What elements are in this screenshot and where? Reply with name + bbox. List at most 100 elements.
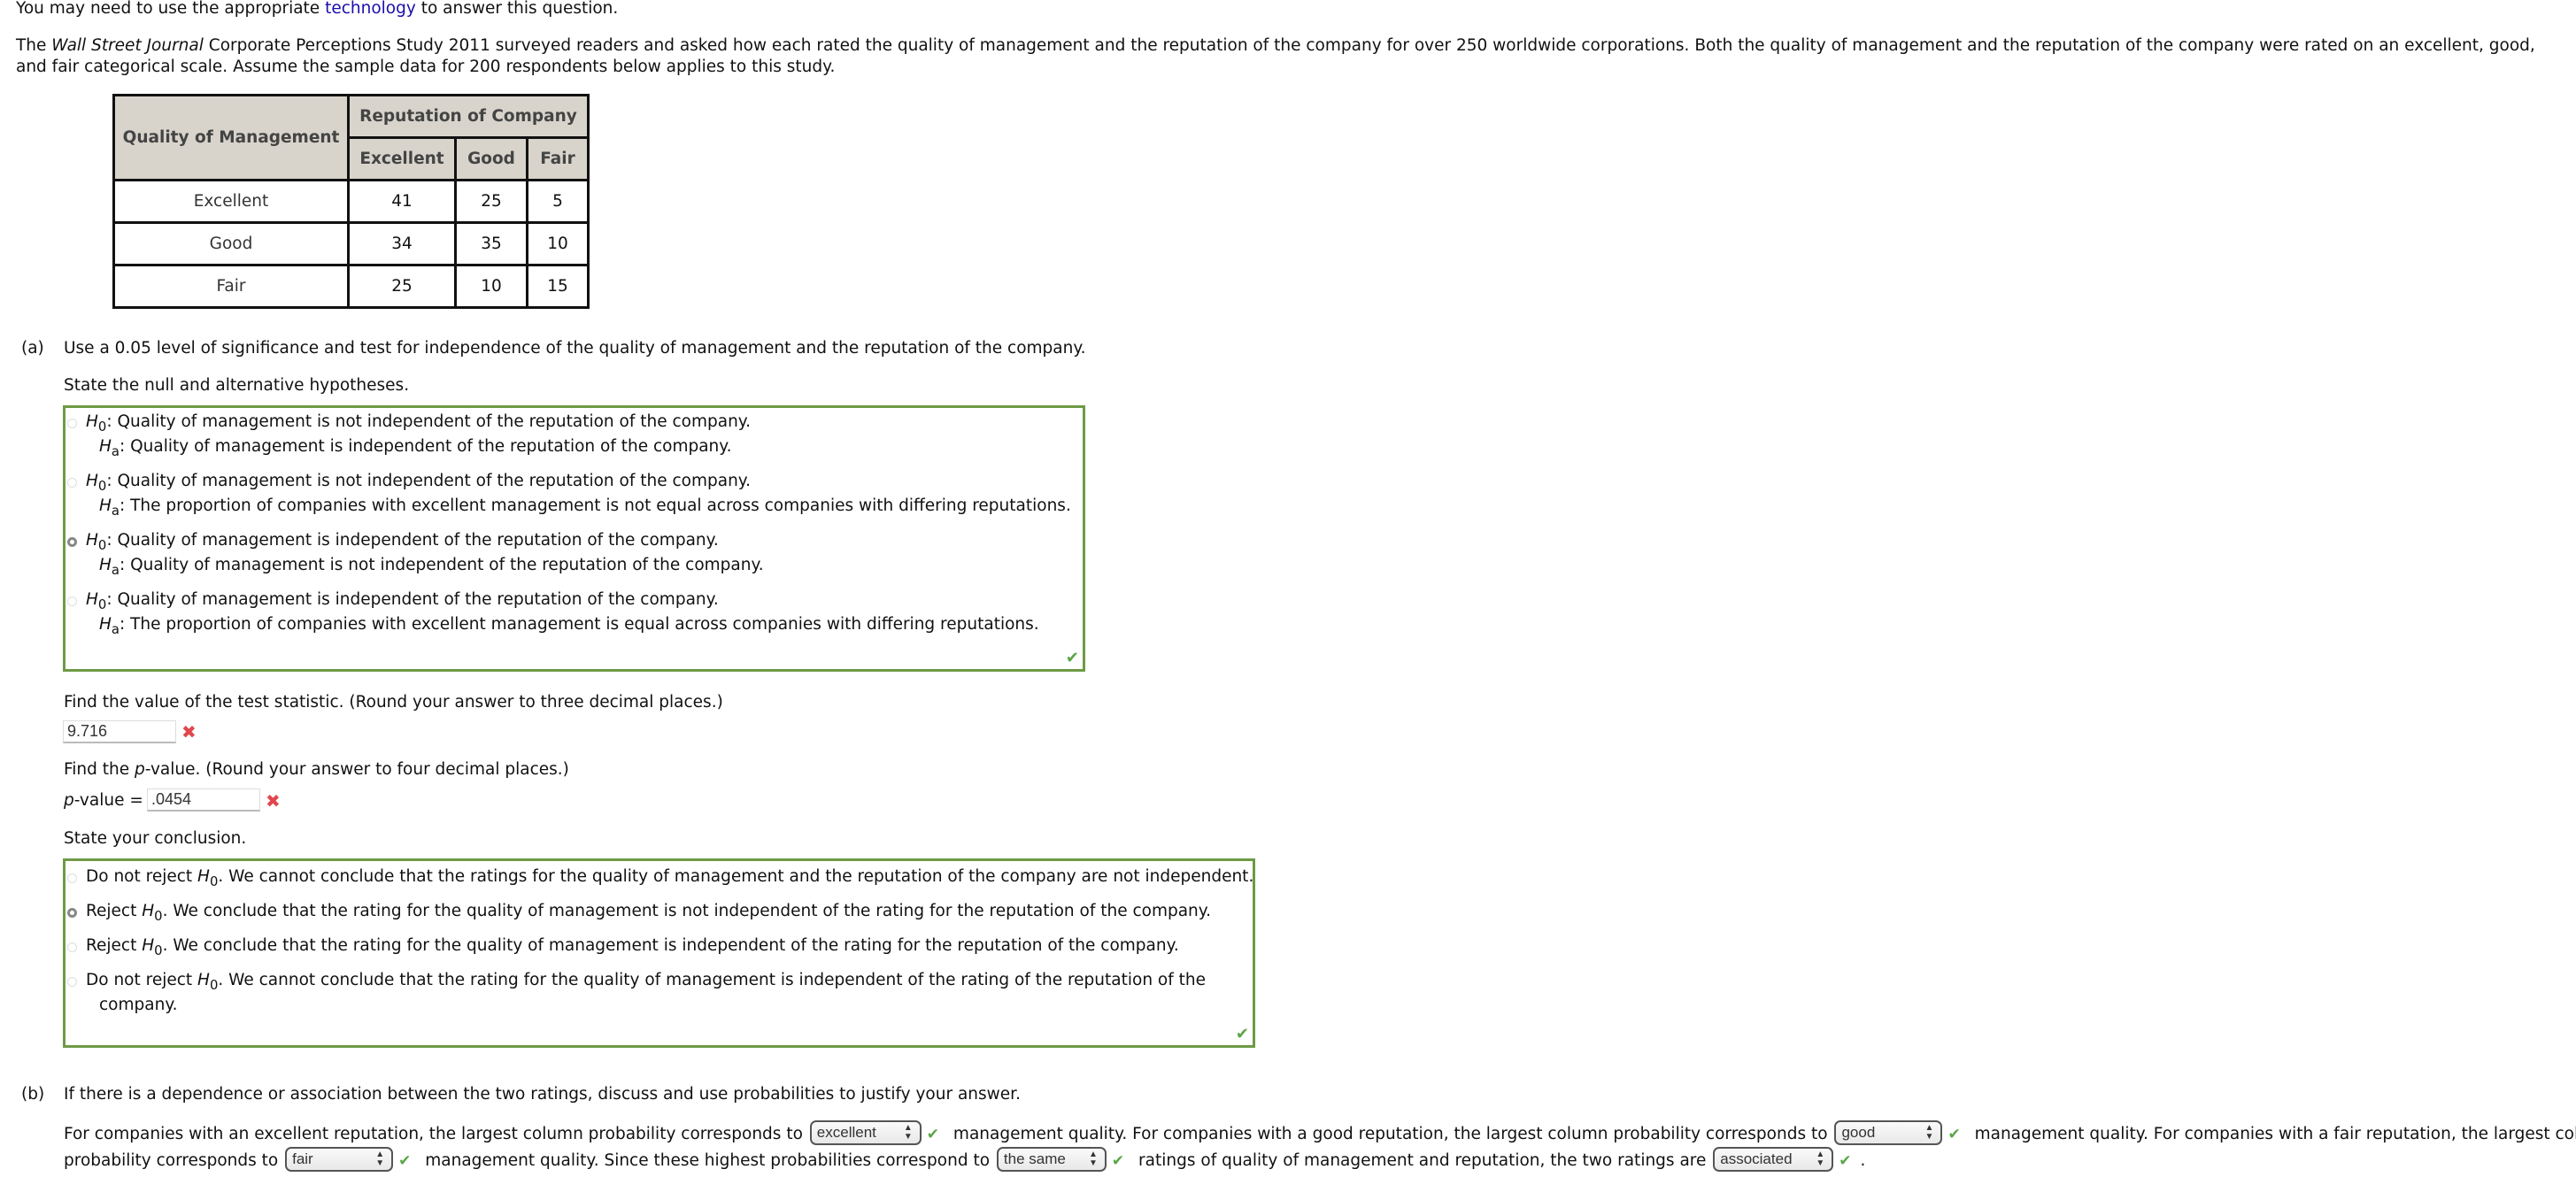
ha-symbol: H (99, 437, 112, 456)
table-row: Excellent 41 25 5 (112, 179, 590, 224)
problem-intro: The Wall Street Journal Corporate Percep… (16, 35, 2565, 78)
radio-button[interactable] (67, 873, 77, 883)
technology-link[interactable]: technology (325, 0, 416, 18)
test-statistic-input[interactable] (63, 720, 176, 743)
part-a-prompt: Use a 0.05 level of significance and tes… (64, 339, 1086, 358)
correct-check-icon: ✔ (1065, 649, 1079, 667)
intro-text-rest: Corporate Perceptions Study 2011 surveye… (16, 36, 2535, 76)
technology-note: You may need to use the appropriate tech… (16, 0, 618, 19)
ha-subscript: a (111, 504, 120, 519)
correct-check-icon: ✔ (1111, 1152, 1125, 1170)
p-value-input[interactable] (147, 789, 260, 812)
conclusion-pre: Reject (86, 936, 143, 955)
ha-text: : The proportion of companies with excel… (120, 496, 1071, 515)
contingency-table: Quality of Management Reputation of Comp… (112, 94, 590, 309)
h0-symbol: H (142, 902, 155, 920)
ha-line: Ha: The proportion of companies with exc… (99, 614, 1039, 638)
same-different-select[interactable]: the same ▲ ▼ (996, 1147, 1107, 1172)
conclusion-text-continued: company. (99, 996, 178, 1014)
column-header: Good (454, 136, 528, 181)
table-cell: 15 (526, 264, 590, 309)
good-reputation-select[interactable]: good ▲ ▼ (1834, 1120, 1943, 1145)
ha-subscript: a (111, 563, 120, 579)
h0-line: H0: Quality of management is not indepen… (86, 471, 751, 493)
correct-check-icon: ✔ (398, 1152, 412, 1170)
conclusion-text: Reject H0. We conclude that the rating f… (86, 935, 1179, 959)
part-b-text: ratings of quality of management and rep… (1138, 1151, 1707, 1170)
conclusion-pre: Reject (86, 902, 143, 920)
h0-symbol: H (86, 472, 98, 490)
row-header: Quality of Management (112, 94, 350, 181)
radio-button-selected[interactable] (67, 908, 77, 918)
h0-subscript: 0 (97, 419, 107, 435)
radio-button[interactable] (67, 942, 77, 952)
ha-symbol: H (99, 615, 112, 634)
p-italic: p (64, 791, 74, 810)
hypotheses-choice-box: H0: Quality of management is not indepen… (63, 405, 1085, 672)
h0-symbol: H (142, 936, 155, 955)
note-text-suffix: to answer this question. (415, 0, 619, 18)
row-label: Excellent (112, 179, 350, 224)
h0-text: : Quality of management is not independe… (106, 412, 751, 431)
incorrect-x-icon: ✖ (181, 721, 197, 742)
p-label-text: -value = (73, 791, 143, 810)
ha-line: Ha: Quality of management is not indepen… (99, 555, 764, 579)
journal-name: Wall Street Journal (51, 36, 204, 55)
column-header: Excellent (347, 136, 457, 181)
excellent-reputation-select[interactable]: excellent ▲ ▼ (809, 1120, 922, 1145)
h0-subscript: 0 (154, 909, 163, 925)
radio-button[interactable] (67, 478, 77, 488)
table-cell: 34 (347, 221, 457, 266)
p-value-label: p-value = (64, 790, 143, 812)
select-value: associated (1720, 1150, 1793, 1167)
table-cell: 41 (347, 179, 457, 224)
h0-subscript: 0 (97, 597, 107, 613)
h0-subscript: 0 (97, 538, 107, 554)
h0-symbol: H (197, 971, 210, 989)
select-value: good (1841, 1124, 1876, 1141)
select-value: fair (292, 1150, 313, 1167)
h0-text: : Quality of management is independent o… (106, 590, 719, 609)
ha-text: : The proportion of companies with excel… (120, 615, 1039, 634)
conclusion-post: . We conclude that the rating for the qu… (162, 902, 1211, 920)
h0-subscript: 0 (209, 874, 219, 890)
period: . (1860, 1151, 1866, 1170)
ha-text: : Quality of management is not independe… (120, 556, 764, 574)
p-value-prompt: Find the p-value. (Round your answer to … (64, 759, 569, 781)
select-value: excellent (816, 1124, 876, 1141)
fair-reputation-select[interactable]: fair ▲ ▼ (285, 1147, 394, 1172)
radio-button[interactable] (67, 596, 77, 606)
part-b-text: management quality. For companies with a… (953, 1125, 1828, 1143)
ha-symbol: H (99, 496, 112, 515)
part-b-text: For companies with an excellent reputati… (64, 1125, 803, 1143)
ha-subscript: a (111, 444, 120, 460)
h0-subscript: 0 (209, 978, 219, 994)
ha-text: : Quality of management is independent o… (120, 437, 732, 456)
part-b-text: management quality. Since these highest … (425, 1151, 991, 1170)
ha-line: Ha: The proportion of companies with exc… (99, 496, 1071, 519)
conclusion-text: Do not reject H0. We cannot conclude tha… (86, 970, 1207, 994)
h0-text: : Quality of management is not independe… (106, 472, 751, 490)
conclusion-choice-box: Do not reject H0. We cannot conclude tha… (63, 858, 1255, 1048)
radio-button[interactable] (67, 419, 77, 428)
table-row: Good 34 35 10 (112, 221, 590, 266)
radio-button[interactable] (67, 977, 77, 987)
ha-subscript: a (111, 622, 120, 638)
select-arrows-icon: ▲ ▼ (903, 1123, 913, 1142)
h0-subscript: 0 (154, 943, 163, 959)
h0-line: H0: Quality of management is not indepen… (86, 412, 751, 435)
conclusion-pre: Do not reject (86, 867, 198, 886)
conclusion-post: . We cannot conclude that the rating for… (218, 971, 1207, 989)
select-arrows-icon: ▲ ▼ (1924, 1123, 1934, 1142)
select-arrows-icon: ▲ ▼ (1089, 1150, 1098, 1168)
select-arrows-icon: ▲ ▼ (1816, 1150, 1825, 1168)
row-label: Fair (112, 264, 350, 309)
table-row: Fair 25 10 15 (112, 264, 590, 309)
table-cell: 5 (526, 179, 590, 224)
radio-button-selected[interactable] (67, 537, 77, 547)
row-label: Good (112, 221, 350, 266)
association-select[interactable]: associated ▲ ▼ (1713, 1147, 1834, 1172)
correct-check-icon: ✔ (1235, 1025, 1249, 1043)
part-b-line-2: probability corresponds to fair ▲ ▼ ✔ manag… (64, 1147, 1866, 1172)
ha-line: Ha: Quality of management is independent… (99, 436, 731, 458)
